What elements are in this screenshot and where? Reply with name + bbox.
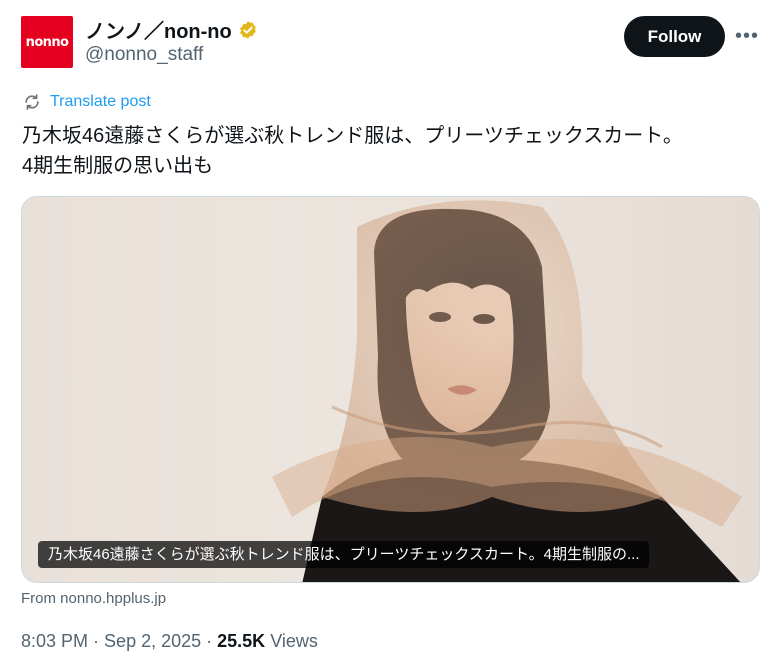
more-options-icon[interactable]: ••• (733, 22, 761, 50)
views-count: 25.5K (217, 631, 266, 651)
link-source[interactable]: From nonno.hpplus.jp (21, 590, 166, 607)
follow-button[interactable]: Follow (624, 16, 725, 57)
user-handle[interactable]: @nonno_staff (85, 44, 203, 66)
post-date[interactable]: Sep 2, 2025 (104, 631, 201, 651)
post-time[interactable]: 8:03 PM (21, 631, 88, 651)
link-card-image[interactable]: 乃木坂46遠藤さくらが選ぶ秋トレンド服は、プリーツチェックスカート。4期生制服の… (21, 196, 760, 583)
translate-post-link[interactable]: Translate post (22, 92, 151, 112)
post-text-line-2: 4期生制服の思い出も (22, 155, 214, 177)
avatar[interactable]: nonno (21, 16, 73, 68)
display-name-text: ノンノ／non-no (85, 21, 232, 43)
meta-separator-2: · (201, 631, 218, 651)
display-name[interactable]: ノンノ／non-no (85, 15, 258, 44)
meta-separator-1: · (88, 631, 105, 651)
translate-icon (25, 94, 39, 110)
verified-badge-icon (239, 20, 256, 39)
post-meta: 8:03 PM · Sep 2, 2025 · 25.5K Views (21, 631, 318, 652)
post-text-line-1: 乃木坂46遠藤さくらが選ぶ秋トレンド服は、プリーツチェックスカート。 (22, 125, 683, 147)
portrait-photo (272, 200, 742, 582)
translate-post-label: Translate post (50, 93, 151, 110)
link-card-title: 乃木坂46遠藤さくらが選ぶ秋トレンド服は、プリーツチェックスカート。4期生制服の… (38, 541, 650, 568)
post-text: 乃木坂46遠藤さくらが選ぶ秋トレンド服は、プリーツチェックスカート。 4期生制服… (22, 121, 767, 181)
avatar-logo-text: nonno (25, 34, 69, 50)
views-label: Views (270, 631, 318, 651)
